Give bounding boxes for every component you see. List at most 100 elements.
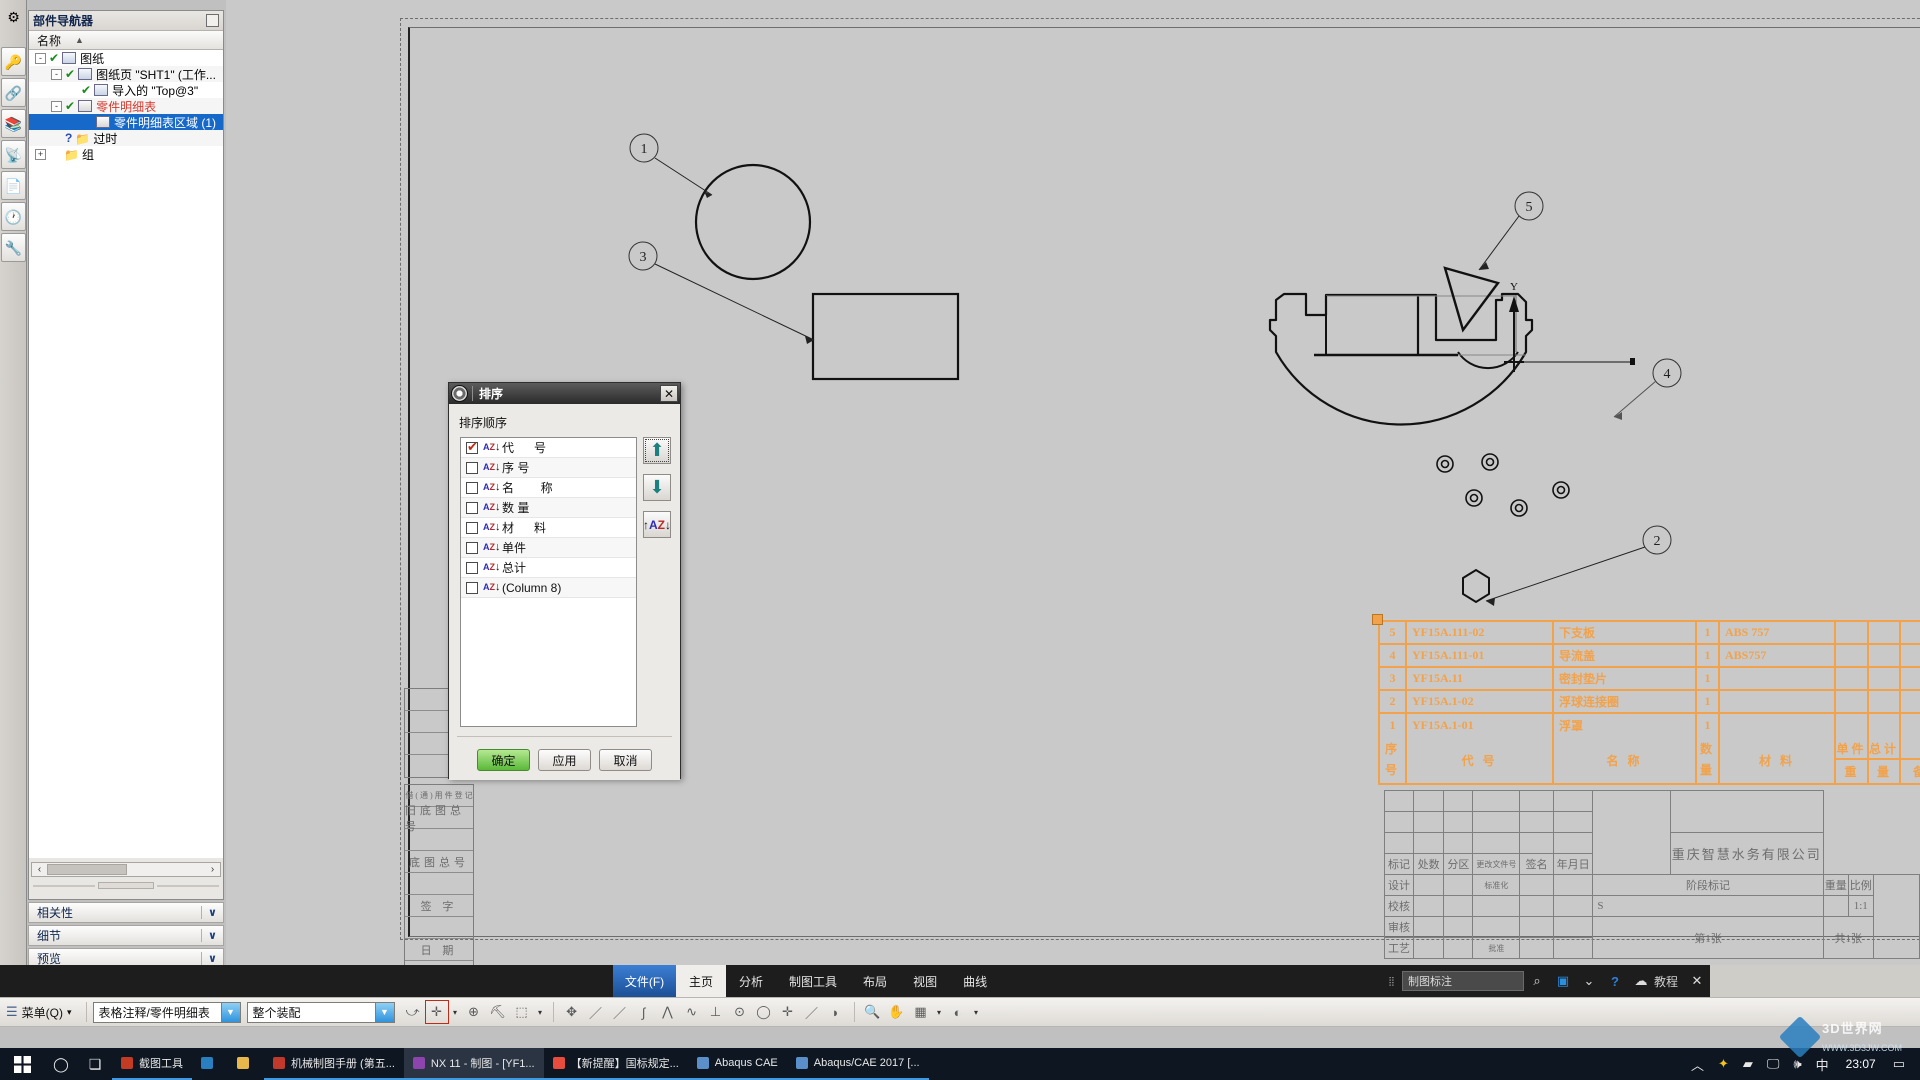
taskbar-app[interactable]: Abaqus CAE (687, 1048, 787, 1080)
table-row[interactable]: 3 YF15A.11 密封垫片 1 (1380, 668, 1920, 691)
tutorial-label[interactable]: 教程 (1654, 965, 1684, 997)
command-finder-input[interactable]: 制图标注 (1401, 971, 1524, 991)
close-icon[interactable]: ✕ (660, 385, 678, 402)
scrollbar-thumb[interactable] (47, 864, 127, 875)
help-icon[interactable]: ? (1602, 965, 1628, 997)
tree-column-header[interactable]: 名称 ▲ (29, 31, 223, 50)
tree-item[interactable]: 零件明细表区域 (1) (29, 114, 223, 130)
sort-list-item[interactable]: AZ↓ 序 号 (461, 458, 636, 478)
check-icon[interactable]: ✔ (81, 83, 91, 97)
tab-5[interactable]: 曲线 (950, 965, 1000, 997)
sort-list-item[interactable]: AZ↓ 数 量 (461, 498, 636, 518)
close-window-icon[interactable]: ✕ (1684, 965, 1710, 997)
taskbar-app[interactable]: 机械制图手册 (第五... (264, 1048, 404, 1080)
notification-icon[interactable]: ▭ (1886, 1056, 1912, 1072)
tree-expander[interactable]: - (51, 100, 62, 112)
apply-button[interactable]: 应用 (538, 749, 591, 771)
part-navigator-tree[interactable]: - ✔ 图纸 - ✔ 图纸页 "SHT1" (工作... ✔ 导入的 "Top@3" - ✔ 零件明… (29, 50, 223, 858)
zoom-fit-icon[interactable]: 🔍 (861, 1000, 885, 1024)
taskbar-app[interactable]: Abaqus/CAE 2017 [... (786, 1048, 929, 1080)
chevron-down-icon[interactable]: ∨ (201, 906, 223, 919)
title-block[interactable]: 重庆智慧水务有限公司 标记 处数 分区 更改文件号 签名 年月日 设计 标准化 … (1384, 790, 1920, 959)
ribbon-tab-bar[interactable]: 文件(F) 主页 分析 制图工具 布局 视图 曲线 ⣿ 制图标注 ⌕ ▣ ⌄ ? ☁ 教程… (0, 965, 1920, 997)
tab-3[interactable]: 布局 (850, 965, 900, 997)
search-circle-icon[interactable]: ◯ (44, 1056, 78, 1073)
tree-item[interactable]: - ✔ 图纸页 "SHT1" (工作... (29, 66, 223, 82)
add-point-icon[interactable]: ✛ (424, 1000, 449, 1024)
system-tray[interactable]: ︿ ✦ ▰ 🖵 🕪 中 23:07 ▭ (1684, 1055, 1920, 1074)
tray-expand-icon[interactable]: ︿ (1684, 1055, 1711, 1074)
tree-item[interactable]: + 📁 组 (29, 146, 223, 162)
chevron-down-icon[interactable]: ⌄ (1576, 965, 1602, 997)
table-row[interactable]: 1 YF15A.1-01 浮罩 1 (1380, 714, 1920, 737)
taskbar-app[interactable]: NX 11 - 制图 - [YF1... (403, 1048, 544, 1080)
process-tools-icon[interactable]: 🔧 (1, 233, 26, 262)
taskbar-app[interactable] (228, 1048, 264, 1080)
palette-caret[interactable]: ▾ (933, 1000, 946, 1024)
accordion-relations[interactable]: 相关性 ∨ (28, 902, 224, 923)
fullscreen-icon[interactable]: ▣ (1550, 965, 1576, 997)
search-icon[interactable]: ⌕ (1524, 965, 1550, 997)
tray-qq-icon[interactable]: ✦ (1711, 1056, 1736, 1072)
cancel-button[interactable]: 取消 (599, 749, 652, 771)
tray-ime-icon[interactable]: 中 (1809, 1055, 1836, 1074)
tree-expander[interactable]: - (35, 52, 46, 64)
tab-2[interactable]: 制图工具 (776, 965, 850, 997)
table-row[interactable]: 2 YF15A.1-02 浮球连接圈 1 (1380, 691, 1920, 714)
chevron-down-icon[interactable]: ▼ (374, 1002, 394, 1022)
accordion-details[interactable]: 细节 ∨ (28, 925, 224, 946)
constraint-navigator-icon[interactable]: 🔗 (1, 78, 26, 107)
shading-caret[interactable]: ▾ (970, 1000, 983, 1024)
move-up-button[interactable]: ⬆ (643, 437, 671, 464)
scroll-left-icon[interactable]: ‹ (32, 864, 47, 875)
tray-volume-icon[interactable]: 🕪 (1786, 1056, 1808, 1072)
resource-bar-rail[interactable]: ⚙ 🔑 🔗 📚 📡 📄 🕐 🔧 (0, 0, 27, 976)
selection-type-combo[interactable]: 表格注释/零件明细表 ▼ (92, 1001, 241, 1023)
tree-expander[interactable]: - (51, 68, 62, 80)
offset-icon[interactable]: ◗ (824, 1000, 848, 1024)
tab-0[interactable]: 主页 (676, 965, 727, 997)
line2-icon[interactable]: ／ (608, 1000, 632, 1024)
sort-list-item[interactable]: AZ↓ 材 料 (461, 518, 636, 538)
sort-order-list[interactable]: AZ↓代 号AZ↓序 号AZ↓名 称AZ↓数 量AZ↓材 料AZ↓单件AZ↓总计… (460, 437, 637, 727)
history-document-icon[interactable]: 📄 (1, 171, 26, 200)
sort-list-item[interactable]: AZ↓ (Column 8) (461, 578, 636, 598)
scroll-right-icon[interactable]: › (205, 864, 220, 875)
taskbar-app[interactable] (192, 1048, 228, 1080)
tab-file[interactable]: 文件(F) (613, 965, 676, 997)
tab-4[interactable]: 视图 (900, 965, 950, 997)
history-clock-icon[interactable]: 🕐 (1, 202, 26, 231)
move-down-button[interactable]: ⬇ (643, 474, 671, 501)
panel-splitter[interactable] (33, 882, 219, 889)
sort-list-item[interactable]: AZ↓代 号 (461, 438, 636, 458)
part-navigator-icon[interactable]: 🔑 (1, 47, 26, 76)
taskbar-app[interactable]: 截图工具 (112, 1048, 192, 1080)
tray-battery-icon[interactable]: ▰ (1736, 1056, 1760, 1072)
sort-item-checkbox[interactable] (466, 541, 478, 554)
reuse-library-icon[interactable]: 📚 (1, 109, 26, 138)
segment-icon[interactable]: ／ (800, 1000, 824, 1024)
selection-rect-icon[interactable]: ⬚ (510, 1000, 534, 1024)
perpendicular-icon[interactable]: ⊥ (704, 1000, 728, 1024)
check-icon[interactable]: ✔ (65, 99, 75, 113)
tree-expander[interactable]: + (35, 148, 46, 160)
tree-item[interactable]: ? 📁 过时 (29, 130, 223, 146)
check-icon[interactable]: ✔ (49, 51, 59, 65)
taskbar-clock[interactable]: 23:07 (1836, 1057, 1886, 1071)
point-dropdown-caret[interactable]: ▾ (449, 1000, 462, 1024)
sort-item-checkbox[interactable] (466, 439, 478, 455)
chevron-down-icon[interactable]: ∨ (201, 952, 223, 965)
pin-panel-button[interactable] (206, 14, 219, 27)
parts-list-table[interactable]: 5 YF15A.111-02 下支板 1 ABS 757 4 YF15A.111-01 导流盖… (1372, 614, 1920, 785)
sort-list-item[interactable]: AZ↓ 单件 (461, 538, 636, 558)
sort-list-item[interactable]: AZ↓ 名 称 (461, 478, 636, 498)
tray-network-icon[interactable]: 🖵 (1760, 1056, 1787, 1072)
toggle-sort-direction-button[interactable]: ↑AZ↓ (643, 511, 671, 538)
line-icon[interactable]: ／ (584, 1000, 608, 1024)
table-row[interactable]: 5 YF15A.111-02 下支板 1 ABS 757 (1380, 622, 1920, 645)
sort-dialog[interactable]: 排序 ✕ 排序顺序 AZ↓代 号AZ↓序 号AZ↓名 称AZ↓数 量AZ↓材 料… (448, 382, 681, 780)
tree-item[interactable]: - ✔ 零件明细表 (29, 98, 223, 114)
menu-button[interactable]: ☰ 菜单(Q) ▾ (6, 1004, 72, 1021)
ok-button[interactable]: 确定 (477, 749, 530, 771)
move-object-icon[interactable]: ✥ (560, 1000, 584, 1024)
